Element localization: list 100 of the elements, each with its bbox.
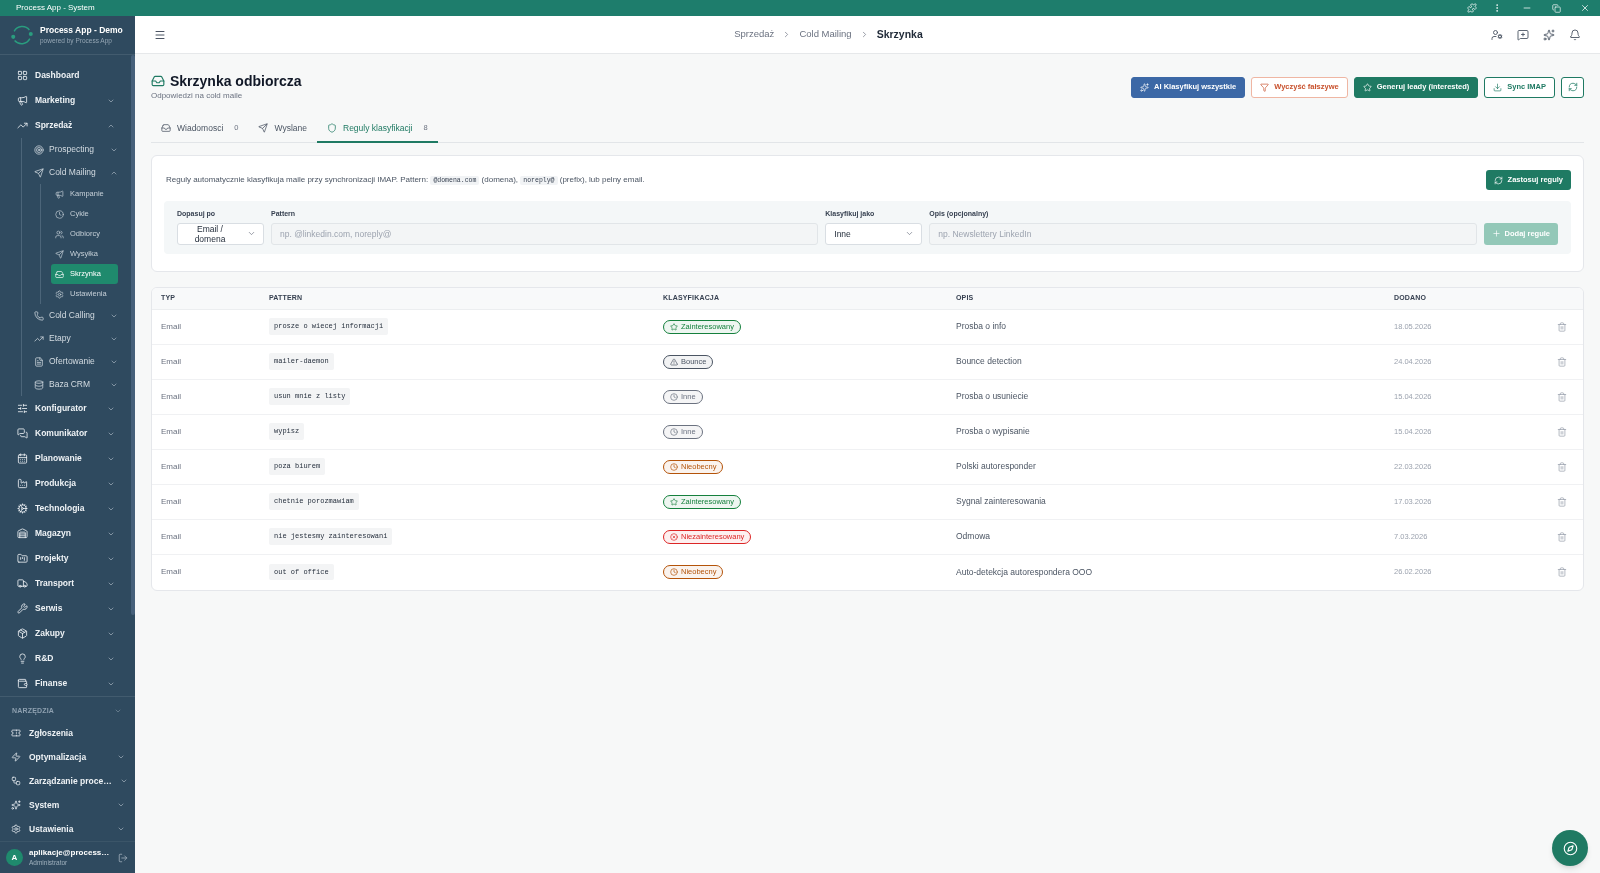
trash-icon[interactable]	[1557, 426, 1567, 437]
sidebar-item[interactable]: Marketing	[0, 88, 135, 113]
refresh-icon	[1493, 175, 1503, 185]
lightning-icon	[11, 752, 21, 762]
sidebar-item[interactable]: Konfigurator	[0, 396, 135, 421]
sidebar-item[interactable]: Ofertowanie	[22, 350, 135, 373]
sidebar-item[interactable]: Baza CRM	[22, 373, 135, 396]
tab[interactable]: Wyslane	[248, 115, 317, 143]
bell-icon[interactable]	[1569, 28, 1581, 41]
sidebar-item[interactable]: Ustawienia	[0, 817, 135, 841]
warehouse-icon	[17, 528, 28, 539]
trash-icon[interactable]	[1557, 356, 1567, 367]
sidebar-item[interactable]: Zgłoszenia	[0, 721, 135, 745]
chevron-down-icon	[247, 229, 256, 238]
select-field[interactable]: Email / domena	[177, 222, 264, 245]
star-icon	[670, 322, 678, 331]
sidebar-item[interactable]: Cold Mailing	[22, 161, 135, 184]
description-cell: Polski autoresponder	[956, 460, 1036, 473]
type-cell: Email	[161, 460, 181, 473]
sidebar-item[interactable]: Technologia	[0, 496, 135, 521]
sidebar-item[interactable]: Magazyn	[0, 521, 135, 546]
type-cell: Email	[161, 355, 181, 368]
user-name: aplikacje@process…	[29, 848, 110, 858]
paper-plane-icon	[34, 167, 44, 178]
sidebar-item[interactable]: Komunikator	[0, 421, 135, 446]
trash-icon[interactable]	[1557, 391, 1567, 402]
trash-icon[interactable]	[1557, 461, 1567, 472]
restore-icon[interactable]	[1552, 3, 1561, 13]
lightbulb-icon	[17, 653, 28, 664]
clock-icon	[670, 462, 678, 471]
trash-icon[interactable]	[1557, 321, 1567, 332]
x-circle-icon	[670, 532, 678, 541]
menu-icon[interactable]	[154, 28, 166, 41]
sidebar-item[interactable]: R&D	[0, 646, 135, 671]
chat-bubbles-icon	[17, 428, 28, 439]
description-cell: Prosba o info	[956, 320, 1007, 333]
brand-name: Process App - Demo	[40, 25, 123, 36]
sidebar-item[interactable]: Prospecting	[22, 138, 135, 161]
compass-button[interactable]	[1552, 830, 1588, 866]
breadcrumb-link[interactable]: Cold Mailing	[799, 27, 852, 42]
scrollbar-thumb[interactable]	[131, 55, 135, 615]
database-icon	[34, 379, 44, 390]
refresh-button[interactable]	[1561, 76, 1584, 98]
sidebar-item[interactable]: Sprzedaż	[0, 113, 135, 138]
wallet-icon	[17, 678, 28, 689]
user-avatar: A	[6, 849, 23, 866]
trash-icon[interactable]	[1557, 531, 1567, 542]
truck-icon	[17, 578, 28, 589]
sidebar-item[interactable]: Serwis	[0, 596, 135, 621]
breadcrumb-link[interactable]: Sprzedaż	[734, 27, 775, 42]
chevron-down-icon	[905, 229, 915, 238]
document-icon	[34, 356, 44, 367]
chevron-down-icon	[114, 707, 122, 715]
user-settings-icon[interactable]	[1491, 28, 1503, 41]
select-field[interactable]: Inne	[825, 222, 923, 245]
sparkles-icon[interactable]	[1543, 28, 1555, 41]
sidebar-item[interactable]: Projekty	[0, 546, 135, 571]
ticket-icon	[11, 728, 21, 738]
box-icon	[17, 628, 28, 639]
puzzle-icon[interactable]	[1467, 3, 1477, 13]
page-title: Skrzynka odbiorcza	[170, 72, 302, 90]
description-cell: Auto-detekcja autorespondera OOO	[956, 565, 1093, 579]
sidebar-item[interactable]: Planowanie	[0, 446, 135, 471]
type-cell: Email	[161, 425, 181, 438]
compass-icon	[1562, 840, 1578, 856]
clock-icon	[670, 392, 678, 401]
settings-icon	[55, 289, 64, 299]
trash-icon[interactable]	[1557, 567, 1567, 577]
inbox-icon	[55, 269, 64, 279]
sidebar-item[interactable]: Finanse	[0, 671, 135, 696]
text-input[interactable]: np. Newslettery LinkedIn	[929, 222, 1477, 245]
grid-icon	[17, 70, 28, 81]
sidebar-item[interactable]: Dashboard	[0, 63, 135, 88]
users-icon	[55, 229, 64, 239]
clock-icon	[670, 427, 678, 436]
sidebar-item[interactable]: Zakupy	[0, 621, 135, 646]
sidebar-item[interactable]: Produkcja	[0, 471, 135, 496]
logout-icon[interactable]	[118, 852, 128, 863]
message-plus-icon[interactable]	[1517, 28, 1529, 41]
trend-up-icon	[17, 120, 28, 131]
type-cell: Email	[161, 320, 181, 333]
trash-icon[interactable]	[1557, 496, 1567, 507]
type-cell: Email	[161, 566, 181, 578]
sidebar-item[interactable]: System	[0, 793, 135, 817]
close-icon[interactable]	[1580, 3, 1590, 13]
sidebar-item[interactable]: Transport	[0, 571, 135, 596]
sidebar-item[interactable]: Cold Calling	[22, 304, 135, 327]
warning-triangle-icon	[670, 357, 678, 366]
breadcrumb-current: Skrzynka	[876, 26, 923, 42]
description-cell: Bounce detection	[956, 355, 1022, 368]
sidebar-item[interactable]: Optymalizacja	[0, 745, 135, 769]
folder-icon	[17, 553, 28, 564]
paper-plane-icon	[258, 123, 269, 133]
trend-up-icon	[34, 333, 44, 344]
description-cell: Odmowa	[956, 530, 990, 543]
sidebar-item[interactable]: Zarządzanie proce…	[0, 769, 135, 793]
text-input[interactable]: np. @linkedin.com, noreply@	[271, 222, 819, 245]
funnel-icon	[1260, 82, 1270, 92]
factory-icon	[17, 478, 28, 489]
sidebar-item[interactable]: Etapy	[22, 327, 135, 350]
